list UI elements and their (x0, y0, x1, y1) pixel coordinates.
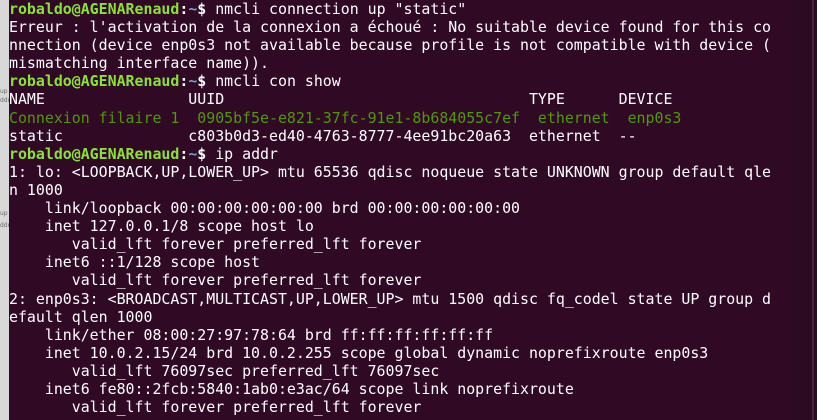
error-line: nnection (device enp0s3 not available be… (9, 36, 772, 55)
background-window-text: ddr (0, 222, 9, 229)
prompt-user-host: robaldo@AGENARenaud (9, 144, 180, 163)
terminal-output[interactable]: robaldo@AGENARenaud:~$ nmcli connection … (9, 0, 793, 420)
prompt-symbol: $ (197, 144, 207, 163)
ip-addr-line: valid_lft forever preferred_lft forever (9, 398, 422, 417)
prompt-path: ~ (188, 0, 198, 18)
prompt-separator: : (179, 72, 189, 91)
background-window-text: ddr (0, 97, 9, 104)
command-text: ip addr (215, 144, 278, 163)
prompt-path: ~ (188, 144, 198, 163)
connection-row: static c803b0d3-ed40-4763-8777-4ee91bc20… (9, 126, 637, 145)
prompt-separator: : (179, 144, 189, 163)
ip-addr-line: inet 127.0.0.1/8 scope host lo (9, 217, 314, 236)
prompt-symbol: $ (197, 0, 207, 18)
connection-table-header: NAME UUID TYPE DEVICE (9, 90, 673, 109)
error-line: mismatching interface name)). (9, 54, 269, 73)
prompt-line: robaldo@AGENARenaud:~$ ip addr (9, 145, 793, 163)
ip-addr-line: inet 10.0.2.15/24 brd 10.0.2.255 scope g… (9, 343, 709, 362)
ip-addr-line: valid_lft 76097sec preferred_lft 76097se… (9, 361, 440, 380)
ip-addr-line: link/ether 08:00:27:97:78:64 brd ff:ff:f… (9, 325, 494, 344)
ip-addr-line: link/loopback 00:00:00:00:00:00 brd 00:0… (9, 199, 521, 218)
prompt-line: robaldo@AGENARenaud:~$ nmcli con show (9, 72, 793, 90)
prompt-user-host: robaldo@AGENARenaud (9, 0, 180, 18)
prompt-separator: : (179, 0, 189, 18)
prompt-line: robaldo@AGENARenaud:~$ nmcli connection … (9, 0, 793, 18)
command-text: nmcli connection up "static" (215, 0, 467, 18)
ip-addr-line: inet6 fe80::2fcb:5840:1ab0:e3ac/64 scope… (9, 379, 574, 398)
connection-row-active: Connexion filaire 1 0905bf5e-e821-37fc-9… (9, 108, 682, 127)
ip-addr-line: 1: lo: <LOOPBACK,UP,LOWER_UP> mtu 65536 … (9, 162, 772, 181)
cursor-line (9, 416, 793, 420)
prompt-symbol: $ (197, 72, 207, 91)
ip-addr-line: valid_lft forever preferred_lft forever (9, 271, 422, 290)
ip-addr-line: efault qlen 1000 (9, 307, 153, 326)
ip-addr-line: 2: enp0s3: <BROADCAST,MULTICAST,UP,LOWER… (9, 289, 772, 308)
background-window-text: up (0, 210, 8, 217)
ip-addr-line: valid_lft forever preferred_lft forever (9, 235, 422, 254)
window-right-edge (793, 0, 817, 420)
scrollbar[interactable] (812, 0, 814, 420)
command-text: nmcli con show (215, 72, 341, 91)
error-line: Erreur : l'activation de la connexion a … (9, 18, 772, 37)
background-window-edge: up ddr up ddr (0, 0, 9, 420)
ip-addr-line: n 1000 (9, 180, 63, 199)
ip-addr-line: inet6 ::1/128 scope host (9, 253, 261, 272)
background-window-text: up (0, 88, 8, 95)
prompt-user-host: robaldo@AGENARenaud (9, 72, 180, 91)
prompt-path: ~ (188, 72, 198, 91)
